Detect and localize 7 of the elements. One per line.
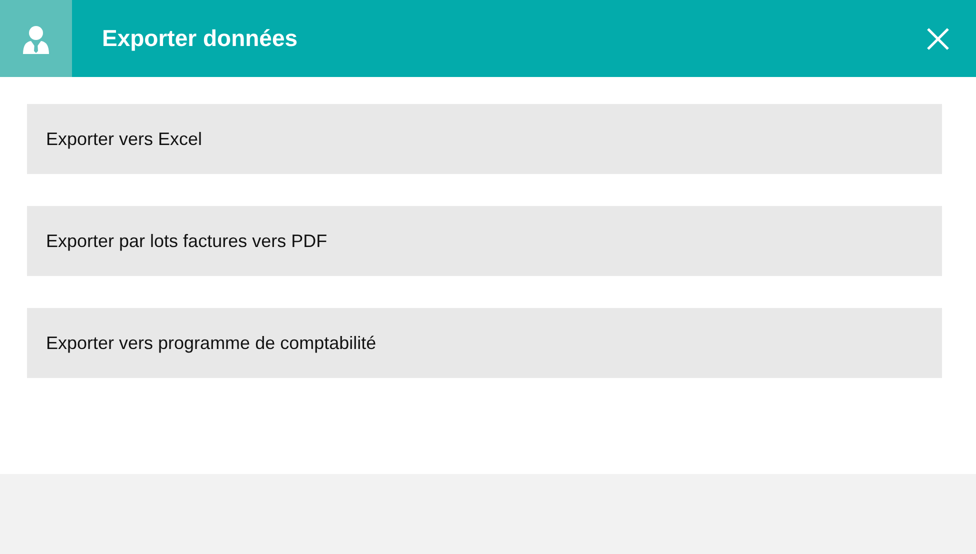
export-option[interactable]: Exporter vers Excel — [27, 104, 942, 174]
export-option[interactable]: Exporter par lots factures vers PDF — [27, 206, 942, 276]
export-option[interactable]: Exporter vers programme de comptabilité — [27, 308, 942, 378]
close-button[interactable] — [926, 26, 950, 50]
dialog-title: Exporter données — [102, 24, 299, 54]
close-icon — [926, 26, 950, 50]
user-icon — [21, 24, 51, 54]
